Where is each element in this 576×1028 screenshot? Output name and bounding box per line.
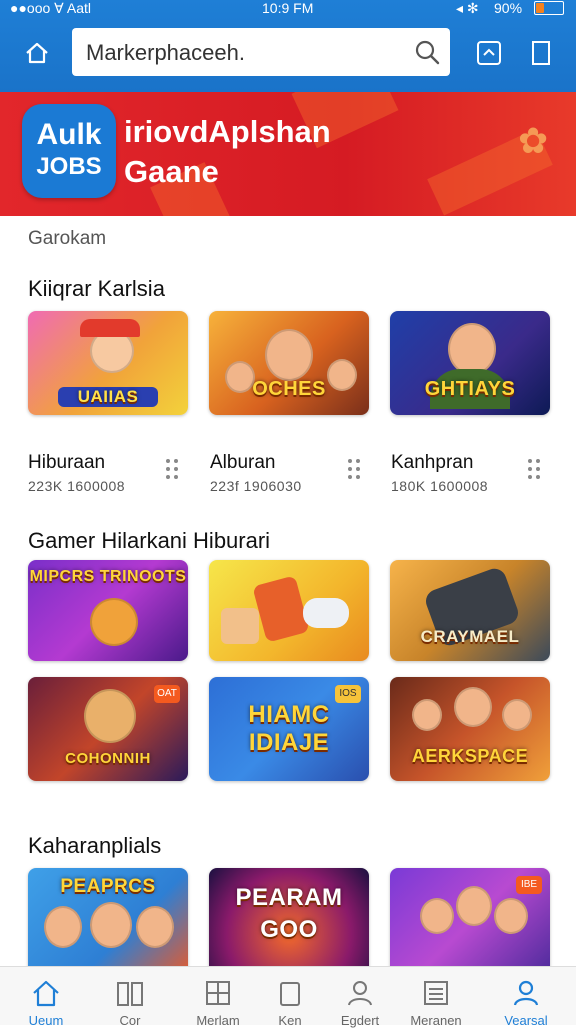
home-icon bbox=[33, 980, 59, 1007]
card-art-text: OCHES bbox=[252, 378, 326, 400]
card-art-text: COHONNIH bbox=[65, 750, 151, 767]
tab-label: Vearsal bbox=[504, 1013, 548, 1028]
logo-line-1: Aulk bbox=[36, 118, 102, 151]
game-card[interactable]: IBE bbox=[390, 868, 550, 978]
search-icon[interactable] bbox=[414, 39, 440, 70]
banner-title: iriovdAplshan Gaane bbox=[124, 112, 331, 192]
tab-label: Ken bbox=[278, 1013, 302, 1028]
card-art-text: GHTIAYS bbox=[424, 378, 516, 400]
card-art-text: PEAPRCS bbox=[60, 876, 156, 897]
section-title: Gamer Hilarkani Hiburari bbox=[28, 528, 271, 553]
game-card[interactable]: CRAYMAEL bbox=[390, 560, 550, 661]
tab-vearsal[interactable]: Vearsal bbox=[494, 967, 558, 1028]
game-card[interactable]: UAIIAS bbox=[28, 311, 188, 415]
card-art-text: UAIIAS bbox=[58, 387, 158, 407]
status-bar: ●●ooo ∀ Aatl 10:9 FM ◂ ✻ 90% bbox=[0, 0, 576, 18]
search-bar[interactable] bbox=[72, 28, 450, 76]
status-time: 10:9 FM bbox=[262, 0, 314, 16]
bottom-tab-bar: Ueum Cor Merlam Ken Egdert Meranen Vears… bbox=[0, 966, 576, 1028]
search-input[interactable] bbox=[84, 36, 408, 70]
tab-cor[interactable]: Cor bbox=[98, 967, 162, 1028]
game-card[interactable]: PEAPRCS bbox=[28, 868, 188, 978]
card-art-text: CRAYMAEL bbox=[420, 627, 520, 646]
signal-carrier: ●●ooo ∀ Aatl bbox=[10, 0, 91, 16]
card-meta: 223K 1600008 bbox=[28, 478, 126, 494]
top-app-bar: ●●ooo ∀ Aatl 10:9 FM ◂ ✻ 90% bbox=[0, 0, 576, 92]
game-card[interactable]: AERKSPACE bbox=[390, 677, 550, 781]
card-art-text: AERKSPACE bbox=[411, 746, 529, 766]
more-options-icon[interactable] bbox=[166, 459, 180, 481]
page-subtitle: Garokam bbox=[28, 228, 107, 249]
tab-label: Egdert bbox=[340, 1013, 380, 1028]
tab-label: Merlam bbox=[196, 1013, 240, 1028]
section-title: Kaharanplials bbox=[28, 833, 162, 858]
app-logo: Aulk JOBS bbox=[22, 104, 116, 198]
card-badge: OAT bbox=[154, 685, 180, 703]
tab-label: Meranen bbox=[410, 1013, 462, 1028]
card-title[interactable]: Kanhpran bbox=[391, 452, 473, 474]
home-icon[interactable] bbox=[20, 36, 54, 70]
banner-title-line-1: iriovdAplshan bbox=[124, 114, 331, 149]
card-title[interactable]: Hiburaan bbox=[28, 452, 105, 474]
tab-label: Cor bbox=[119, 1013, 141, 1028]
banner-title-line-2: Gaane bbox=[124, 154, 219, 189]
game-card[interactable]: PEARAM GOO bbox=[209, 868, 369, 978]
tab-ken[interactable]: Ken bbox=[258, 967, 322, 1028]
decor-glyph: ✿ bbox=[518, 120, 549, 161]
bag-icon bbox=[280, 982, 300, 1006]
card-badge: IBE bbox=[516, 876, 542, 894]
battery-percent: 90% bbox=[494, 0, 523, 16]
game-card[interactable]: OAT COHONNIH bbox=[28, 677, 188, 781]
tab-label: Ueum bbox=[28, 1013, 64, 1028]
section-title: Kiiqrar Karlsia bbox=[28, 276, 165, 301]
more-options-icon[interactable] bbox=[348, 459, 362, 481]
list-icon bbox=[424, 981, 448, 1005]
game-card[interactable]: OCHES bbox=[209, 311, 369, 415]
card-art-text: MIPCRS TRINOOTS bbox=[29, 568, 187, 585]
grid-icon bbox=[206, 981, 230, 1005]
card-art-text: HIAMC IDIAJE bbox=[248, 701, 330, 756]
profile-icon bbox=[513, 980, 539, 1006]
logo-line-2: JOBS bbox=[36, 153, 102, 180]
bookmark-icon[interactable] bbox=[524, 36, 558, 70]
book-icon bbox=[117, 982, 143, 1006]
tab-meranen[interactable]: Meranen bbox=[404, 967, 468, 1028]
game-card[interactable]: IOS HIAMC IDIAJE bbox=[209, 677, 369, 781]
tab-egdert[interactable]: Egdert bbox=[328, 967, 392, 1028]
game-card[interactable]: GHTIAYS bbox=[390, 311, 550, 415]
tab-merlam[interactable]: Merlam bbox=[186, 967, 250, 1028]
game-card[interactable]: MIPCRS TRINOOTS bbox=[28, 560, 188, 661]
card-art-text: PEARAM GOO bbox=[235, 884, 343, 943]
card-meta: 180K 1600008 bbox=[391, 478, 489, 494]
battery-icon bbox=[534, 1, 564, 15]
tab-home[interactable]: Ueum bbox=[14, 967, 78, 1028]
more-options-icon[interactable] bbox=[528, 459, 542, 481]
share-icon[interactable] bbox=[472, 36, 506, 70]
person-icon bbox=[348, 981, 372, 1006]
promo-banner[interactable]: Aulk JOBS iriovdAplshan Gaane ✿ bbox=[0, 92, 576, 216]
card-title[interactable]: Alburan bbox=[210, 452, 276, 474]
game-card[interactable] bbox=[209, 560, 369, 661]
bluetooth-icon: ◂ ✻ bbox=[456, 0, 479, 16]
card-meta: 223f 1906030 bbox=[210, 478, 302, 494]
